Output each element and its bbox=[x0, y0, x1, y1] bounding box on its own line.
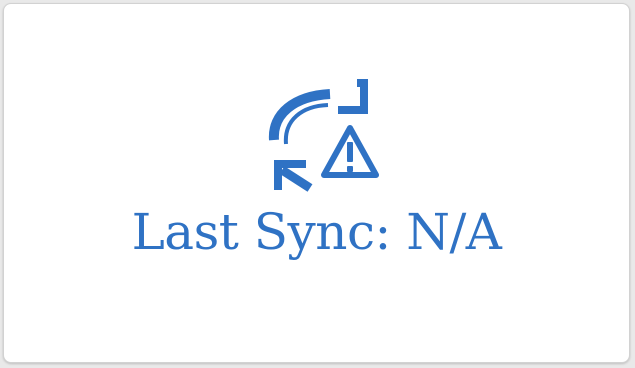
last-sync-label: Last Sync: N/A bbox=[131, 203, 502, 261]
sync-warning-icon bbox=[264, 78, 384, 194]
sync-status-card: Last Sync: N/A bbox=[3, 3, 630, 363]
